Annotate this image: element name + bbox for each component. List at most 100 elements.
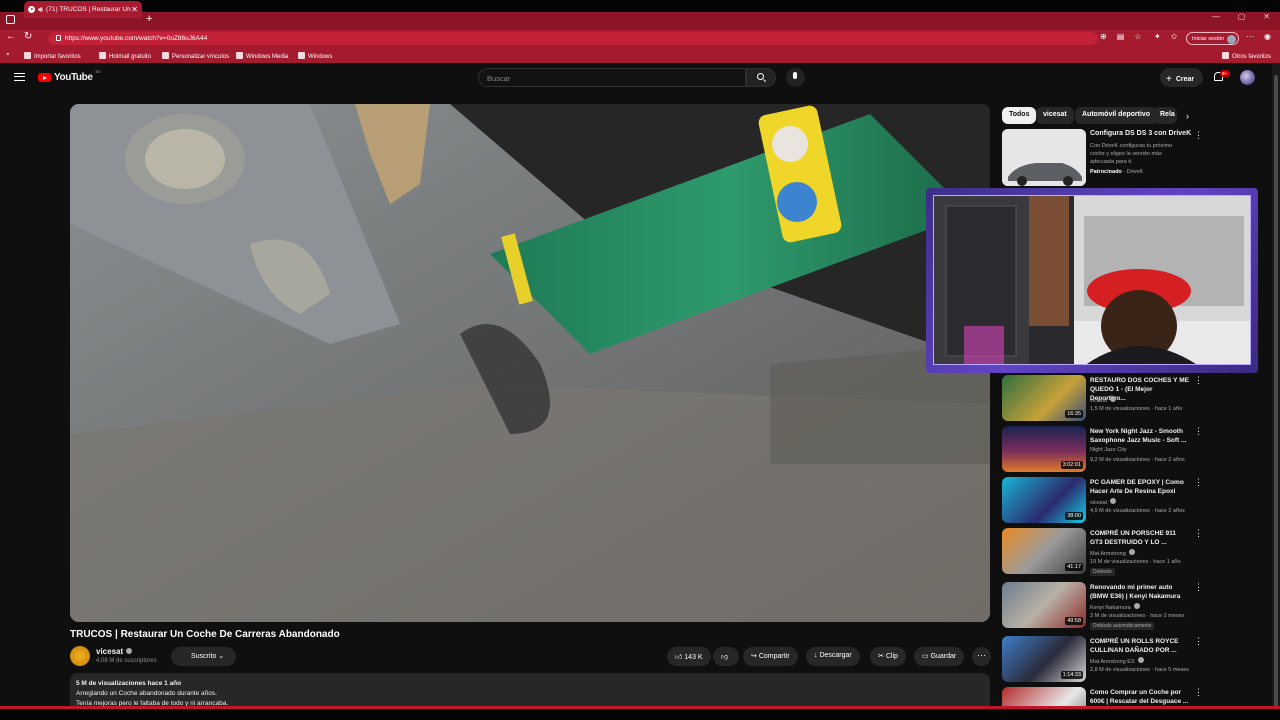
- video-thumbnail[interactable]: [1002, 687, 1086, 706]
- account-avatar[interactable]: [1240, 70, 1255, 85]
- video-thumbnail[interactable]: 38:00: [1002, 477, 1086, 523]
- clip-label: Clip: [885, 653, 898, 660]
- page-icon: [162, 52, 169, 59]
- menu-hamburger-icon[interactable]: [14, 73, 25, 81]
- favorites-toggle-icon[interactable]: ◓: [6, 52, 10, 58]
- video-menu-icon[interactable]: ⋮: [1194, 582, 1203, 593]
- dislike-button[interactable]: 👎︎: [713, 647, 739, 666]
- chip-channel[interactable]: vicesat: [1036, 107, 1074, 124]
- back-icon[interactable]: ←: [6, 31, 16, 42]
- channel-name: vicesat: [1090, 498, 1117, 506]
- video-title[interactable]: PC GAMER DE EPOXY | Como Hacer Arte De R…: [1090, 478, 1190, 496]
- video-menu-icon[interactable]: ⋮: [1194, 687, 1203, 698]
- refresh-icon[interactable]: ↻: [24, 31, 32, 42]
- list-item[interactable]: 41:17 COMPRÉ UN PORSCHE 911 GT3 DESTRUID…: [1002, 528, 1192, 576]
- verified-icon: [1128, 549, 1135, 555]
- video-thumbnail[interactable]: 41:17: [1002, 528, 1086, 574]
- favorite-link[interactable]: Personalizar vínculos: [162, 52, 229, 60]
- subscribed-button[interactable]: Suscrito ⌄: [171, 647, 236, 666]
- list-item[interactable]: 3:02:01 New York Night Jazz - Smooth Sax…: [1002, 426, 1192, 472]
- favorite-link[interactable]: Windows Media: [236, 52, 288, 60]
- bottom-letterbox: [0, 709, 1280, 720]
- ad-thumbnail[interactable]: [1002, 129, 1086, 186]
- list-item[interactable]: 16:35 RESTAURO DOS COCHES Y ME QUEDO 1 -…: [1002, 375, 1192, 421]
- video-menu-icon[interactable]: ⋮: [1194, 528, 1203, 539]
- duration-badge: 41:17: [1065, 563, 1083, 571]
- sign-in-button[interactable]: Iniciar sesión: [1186, 32, 1239, 45]
- search-icon[interactable]: [757, 73, 764, 80]
- chip-all[interactable]: Todos: [1002, 107, 1037, 124]
- video-title[interactable]: Como Comprar un Coche por 600€ | Rescata…: [1090, 688, 1190, 706]
- subscribed-label: Suscrito: [191, 653, 217, 660]
- video-meta: 19 M de visualizaciones · hace 1 año: [1090, 559, 1181, 565]
- duration-badge: 16:35: [1065, 410, 1083, 418]
- favorite-star-icon[interactable]: ☆: [1134, 32, 1141, 41]
- video-thumbnail[interactable]: 1:14:33: [1002, 636, 1086, 682]
- video-meta: 1,5 M de visualizaciones · hace 1 año: [1090, 406, 1183, 412]
- list-item[interactable]: Como Comprar un Coche por 600€ | Rescata…: [1002, 687, 1192, 706]
- channel-name[interactable]: vicesat: [96, 647, 133, 656]
- video-meta: 4,5 M de visualizaciones · hace 2 años: [1090, 508, 1185, 514]
- copilot-icon[interactable]: ◉: [1264, 32, 1271, 41]
- favorites-icon[interactable]: ✩: [1171, 32, 1178, 41]
- video-player[interactable]: [70, 104, 990, 622]
- browser-tab[interactable]: 🔊︎ (71) TRUCOS | Restaurar Un ✕: [24, 1, 142, 18]
- translate-icon[interactable]: ⊕: [1100, 32, 1107, 41]
- share-button[interactable]: ↪ Compartir: [743, 647, 798, 666]
- chevron-down-icon: ⌄: [218, 653, 225, 660]
- scrollbar-thumb[interactable]: [1274, 75, 1278, 707]
- like-button[interactable]: 👍︎ 143 K: [667, 647, 711, 666]
- chip-sports-car[interactable]: Automóvil deportivo: [1075, 107, 1158, 124]
- video-menu-icon[interactable]: ⋮: [1194, 636, 1203, 647]
- new-tab-icon[interactable]: +: [146, 13, 152, 25]
- favorite-link[interactable]: Hotmail gratuito: [99, 52, 151, 60]
- video-title[interactable]: New York Night Jazz - Smooth Saxophone J…: [1090, 427, 1190, 445]
- more-actions-icon[interactable]: ⋯: [972, 647, 991, 666]
- youtube-logo[interactable]: YouTube ES: [38, 69, 101, 83]
- ad-menu-icon[interactable]: ⋮: [1194, 130, 1203, 141]
- chevron-right-icon[interactable]: ›: [1186, 111, 1189, 121]
- channel-name: Mat Armstrong ES: [1090, 657, 1144, 665]
- more-menu-icon[interactable]: ⋯: [1246, 32, 1254, 41]
- list-item[interactable]: 1:14:33 COMPRÉ UN ROLLS ROYCE CULLINAN D…: [1002, 636, 1192, 682]
- speaker-icon[interactable]: 🔊︎: [38, 5, 43, 15]
- create-button[interactable]: + Crear: [1160, 68, 1203, 87]
- maximize-icon[interactable]: ▢: [1238, 12, 1246, 21]
- download-button[interactable]: ↓ Descargar: [806, 647, 860, 666]
- clip-button[interactable]: ✂ Clip: [870, 647, 906, 666]
- other-favorites[interactable]: Otros favoritos: [1222, 52, 1271, 60]
- tab-actions-icon[interactable]: [6, 15, 15, 24]
- video-title: TRUCOS | Restaurar Un Coche De Carreras …: [70, 629, 340, 640]
- save-button[interactable]: ▭ Guardar: [914, 647, 965, 666]
- video-thumbnail[interactable]: 16:35: [1002, 375, 1086, 421]
- reader-icon[interactable]: ▤: [1117, 32, 1125, 41]
- video-thumbnail[interactable]: 3:02:01: [1002, 426, 1086, 472]
- search-input[interactable]: Buscar: [478, 68, 746, 87]
- video-thumbnail[interactable]: 49:58: [1002, 582, 1086, 628]
- video-menu-icon[interactable]: ⋮: [1194, 426, 1203, 437]
- channel-text: vicesat: [1090, 500, 1108, 506]
- extensions-icon[interactable]: ✦: [1154, 32, 1161, 41]
- window-close-icon[interactable]: ✕: [1263, 12, 1270, 21]
- microphone-icon[interactable]: [786, 68, 805, 87]
- favorite-link[interactable]: Importar favoritos: [24, 52, 81, 60]
- video-title[interactable]: Renovando mi primer auto (BMW E36) | Ken…: [1090, 583, 1190, 601]
- save-label: Guardar: [930, 653, 957, 660]
- chip-related[interactable]: Rela: [1153, 107, 1177, 124]
- video-title[interactable]: COMPRÉ UN ROLLS ROYCE CULLINAN DAÑADO PO…: [1090, 637, 1190, 655]
- ad-title[interactable]: Configura DS DS 3 con DriveK: [1090, 130, 1191, 137]
- tab-close-icon[interactable]: ✕: [131, 5, 138, 14]
- minimize-icon[interactable]: —: [1212, 12, 1220, 21]
- youtube-play-icon: [38, 73, 51, 82]
- favorite-link[interactable]: Windows: [298, 52, 332, 60]
- video-menu-icon[interactable]: ⋮: [1194, 375, 1203, 386]
- notification-badge: 9+: [1220, 70, 1230, 77]
- folder-icon: [1222, 52, 1229, 59]
- video-menu-icon[interactable]: ⋮: [1194, 477, 1203, 488]
- dubbed-badge: Doblado automáticamente: [1090, 622, 1155, 630]
- channel-avatar[interactable]: [70, 646, 90, 666]
- list-item[interactable]: 38:00 PC GAMER DE EPOXY | Como Hacer Art…: [1002, 477, 1192, 523]
- list-item[interactable]: 49:58 Renovando mi primer auto (BMW E36)…: [1002, 582, 1192, 630]
- url-field[interactable]: https://www.youtube.com/watch?v=0oZ86uJ6…: [48, 32, 1098, 45]
- video-title[interactable]: COMPRÉ UN PORSCHE 911 GT3 DESTRUIDO Y LO…: [1090, 529, 1190, 547]
